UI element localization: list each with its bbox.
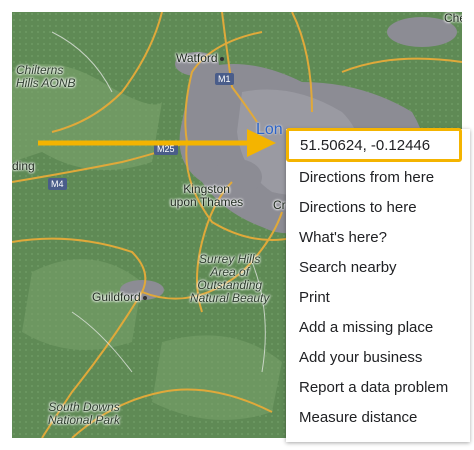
menu-item-directions-to[interactable]: Directions to here	[299, 199, 417, 216]
highlight-arrow	[38, 129, 276, 157]
context-menu: Directions from here Directions to here …	[286, 129, 470, 442]
menu-item-add-business[interactable]: Add your business	[299, 349, 422, 366]
coordinates-menu-item[interactable]: 51.50624, -0.12446	[286, 128, 462, 162]
menu-item-directions-from[interactable]: Directions from here	[299, 169, 434, 186]
road-shield-m4: M4	[48, 178, 67, 190]
menu-item-measure-distance[interactable]: Measure distance	[299, 409, 417, 426]
map-label-kingston: Kingston upon Thames	[170, 182, 244, 209]
menu-item-search-nearby[interactable]: Search nearby	[299, 259, 397, 276]
map-label-chelmsford: Che	[444, 12, 462, 25]
map-label-guildford: Guildford	[92, 291, 147, 304]
menu-item-report-problem[interactable]: Report a data problem	[299, 379, 448, 396]
menu-item-add-missing-place[interactable]: Add a missing place	[299, 319, 433, 336]
menu-item-print[interactable]: Print	[299, 289, 330, 306]
map-label-croydon: Cr	[273, 198, 286, 212]
coordinates-text: 51.50624, -0.12446	[300, 137, 431, 154]
menu-item-whats-here[interactable]: What's here?	[299, 229, 387, 246]
map-label-south-downs: South Downs National Park	[48, 400, 121, 427]
map-label-surrey-hills: Surrey Hills Area of Outstanding Natural…	[190, 252, 270, 305]
